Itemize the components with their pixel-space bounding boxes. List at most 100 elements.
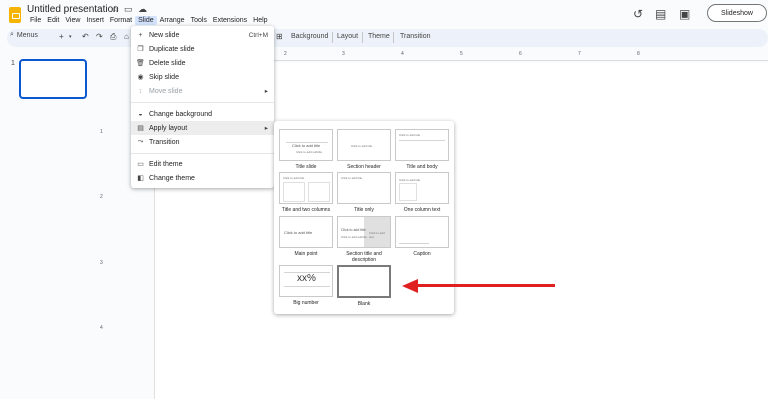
theme-button[interactable]: Theme [368, 33, 390, 40]
menu-view[interactable]: View [62, 16, 83, 25]
layout-option-main-point[interactable]: Click to add title Main point [279, 216, 333, 257]
menu-format[interactable]: Format [107, 16, 135, 25]
menu-item-apply-layout[interactable]: ▤ Apply layout ▸ [131, 121, 274, 135]
layout-option-section-header[interactable]: Click to add title Section header [337, 129, 391, 170]
layout-option-title-and-body[interactable]: Click to add title Title and body [395, 129, 449, 170]
layout-option-blank[interactable]: Blank [337, 265, 391, 307]
layout-caption: Main point [294, 251, 318, 257]
submenu-arrow-icon: ▸ [264, 88, 268, 95]
ruler-number: 3 [100, 260, 103, 266]
print-icon[interactable]: ⎙ [110, 32, 116, 42]
layout-thumbnail: Click to add title [337, 172, 391, 204]
layout-thumbnail: Click to add title [395, 129, 449, 161]
ruler-number: 4 [401, 51, 404, 57]
ruler-number: 4 [100, 325, 103, 331]
layout-thumbnail: Click to add title [337, 129, 391, 161]
history-icon[interactable]: ↺ [633, 7, 643, 21]
thumb-subtitle: Click to add subtitle [341, 235, 368, 239]
menu-item-move-slide: ↕ Move slide ▸ [131, 84, 274, 98]
menu-help[interactable]: Help [250, 16, 270, 25]
comments-icon[interactable]: ▤ [655, 7, 666, 21]
slideshow-button[interactable]: Slideshow [707, 4, 767, 22]
menu-item-label: New slide [149, 31, 180, 39]
menu-item-change-theme[interactable]: ◧ Change theme [131, 171, 274, 185]
eye-icon: ◉ [137, 74, 144, 81]
layout-option-title-two-columns[interactable]: Click to add title Title and two columns [279, 172, 333, 213]
chevron-down-icon[interactable]: ▾ [69, 34, 72, 40]
redo-icon[interactable]: ↷ [96, 32, 103, 41]
menu-item-duplicate-slide[interactable]: ❐ Duplicate slide [131, 42, 274, 56]
document-title[interactable]: Untitled presentation [27, 4, 119, 15]
thumb-title: Click to add title [292, 143, 321, 148]
menu-item-edit-theme[interactable]: ▭ Edit theme [131, 157, 274, 171]
cloud-status-icon[interactable]: ☁ [138, 4, 147, 15]
vertical-ruler[interactable] [95, 64, 107, 399]
menu-item-label: Change theme [149, 174, 195, 182]
layout-button[interactable]: Layout [337, 33, 358, 40]
thumb-subtitle: Click to add subtitle [296, 150, 323, 154]
layout-option-caption[interactable]: Caption [395, 216, 449, 257]
layout-caption: Section title and description [346, 251, 382, 263]
layout-caption: Section header [347, 164, 381, 170]
menu-slide[interactable]: Slide [135, 16, 157, 25]
star-icon[interactable]: ☆ [111, 4, 119, 15]
toolbar-divider [362, 32, 363, 43]
layout-caption: One column text [403, 207, 441, 213]
menu-arrange[interactable]: Arrange [157, 16, 188, 25]
edit-theme-icon: ▭ [137, 161, 144, 168]
menu-item-delete-slide[interactable]: 🗑 Delete slide [131, 56, 274, 70]
undo-icon[interactable]: ↶ [82, 32, 89, 41]
menu-tools[interactable]: Tools [188, 16, 210, 25]
layout-thumbnail [337, 265, 391, 298]
layout-thumbnail: xx% [279, 265, 333, 297]
slide-thumbnail[interactable] [19, 59, 87, 99]
thumb-title: Click to add title [399, 133, 421, 137]
layout-option-section-title-description[interactable]: Click to add title Click to add subtitle… [337, 216, 391, 263]
menu-separator [131, 153, 274, 154]
menu-file[interactable]: File [27, 16, 44, 25]
menu-extensions[interactable]: Extensions [210, 16, 250, 25]
thumb-title: Click to add title [341, 228, 366, 232]
layout-icon: ▤ [137, 125, 144, 132]
comment-add-icon[interactable]: ⊞ [276, 32, 283, 41]
layout-option-one-column-text[interactable]: Click to add title One column text [395, 172, 449, 213]
layout-thumbnail: Click to add title [279, 216, 333, 248]
menu-item-label: Change background [149, 110, 213, 118]
layout-option-title-only[interactable]: Click to add title Title only [337, 172, 391, 213]
ruler-number: 2 [100, 194, 103, 200]
menu-item-new-slide[interactable]: + New slide Ctrl+M [131, 28, 274, 42]
thumb-title: Click to add title [399, 178, 421, 182]
menu-bar: File Edit View Insert Format Slide Arran… [27, 16, 271, 25]
layout-thumbnail: Click to add title [395, 172, 449, 204]
new-slide-icon[interactable]: + [59, 32, 64, 41]
slide-menu: + New slide Ctrl+M ❐ Duplicate slide 🗑 D… [131, 26, 274, 188]
duplicate-icon: ❐ [137, 46, 144, 53]
layout-caption: Caption [413, 251, 431, 257]
meet-icon[interactable]: ▣ [679, 7, 690, 21]
paint-format-icon[interactable]: ⌂ [124, 32, 129, 41]
thumb-title: Click to add title [341, 176, 363, 180]
background-button[interactable]: Background [291, 33, 328, 40]
menu-item-transition[interactable]: ⤳ Transition [131, 135, 274, 149]
menu-item-change-background[interactable]: ◒ Change background [131, 107, 274, 121]
thumb-text: Click to add text [369, 231, 385, 239]
annotation-arrow [417, 284, 555, 287]
menu-edit[interactable]: Edit [44, 16, 62, 25]
slides-logo-icon[interactable] [9, 7, 21, 23]
menu-item-skip-slide[interactable]: ◉ Skip slide [131, 70, 274, 84]
move-folder-icon[interactable]: ▭ [124, 4, 133, 15]
move-icon: ↕ [138, 87, 143, 95]
menu-insert[interactable]: Insert [83, 16, 107, 25]
shortcut-label: Ctrl+M [248, 31, 268, 39]
toolbar-divider [332, 32, 333, 43]
transition-button[interactable]: Transition [400, 33, 430, 40]
menu-search[interactable]: ⌕ Menus [10, 31, 38, 39]
layout-option-big-number[interactable]: xx% Big number [279, 265, 333, 306]
layout-option-title-slide[interactable]: Click to add title Click to add subtitle… [279, 129, 333, 170]
ruler-number: 3 [342, 51, 345, 57]
ruler-number: 8 [637, 51, 640, 57]
thumb-title: Click to add title [351, 144, 373, 148]
thumb-big-number: xx% [297, 273, 316, 284]
layout-thumbnail: Click to add title Click to add subtitle… [337, 216, 391, 248]
menu-item-label: Skip slide [149, 73, 179, 81]
